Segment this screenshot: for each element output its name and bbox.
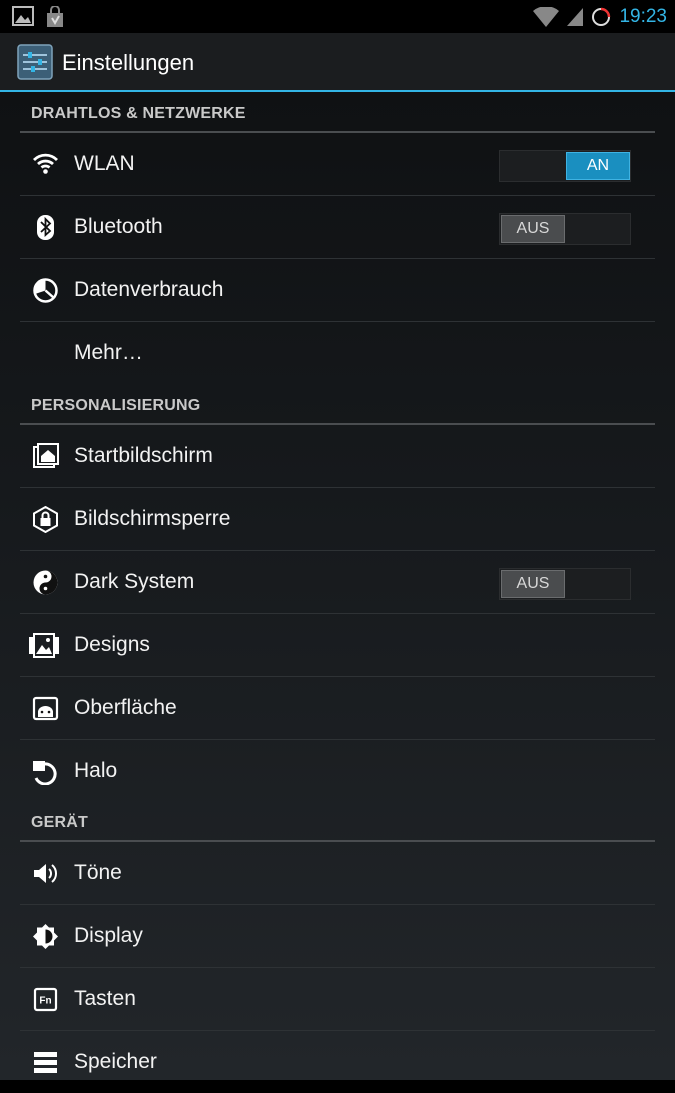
wifi-signal-icon [533,6,560,27]
settings-item-label: Bildschirmsperre [74,507,231,530]
clock: 19:23 [619,5,667,27]
status-bar: 19:23 [0,0,675,33]
halo-icon [32,758,59,785]
section-header-device: GERÄT [20,801,655,842]
toggle-thumb: AN [566,152,630,180]
settings-item-label: Oberfläche [74,696,177,719]
toggle-thumb: AUS [501,570,565,598]
section-header-personalization: PERSONALISIERUNG [20,384,655,425]
speaker-icon [32,860,59,887]
settings-item-bluetooth[interactable]: Bluetooth AUS [20,196,655,259]
toggle-thumb: AUS [501,215,565,243]
interface-icon [32,695,59,722]
settings-item-label: Speicher [74,1050,157,1073]
settings-item-halo[interactable]: Halo [20,740,655,802]
home-screen-icon [32,443,59,470]
gallery-icon [12,6,34,28]
settings-item-display[interactable]: Display [20,905,655,968]
lock-screen-icon [32,506,59,533]
action-bar: Einstellungen [0,33,675,92]
settings-item-label: Dark System [74,570,195,593]
section-header-label: PERSONALISIERUNG [31,397,201,414]
settings-item-label: WLAN [74,152,135,175]
settings-item-buttons[interactable]: Fn Tasten [20,968,655,1031]
settings-list: DRAHTLOS & NETZWERKE WLAN AN Bluetooth A… [0,92,675,1080]
settings-item-more[interactable]: Mehr… [20,322,655,384]
yin-yang-icon [32,569,59,596]
settings-item-storage[interactable]: Speicher [20,1031,655,1093]
settings-item-home-screen[interactable]: Startbildschirm [20,425,655,488]
settings-item-label: Mehr… [74,341,143,364]
bluetooth-toggle[interactable]: AUS [499,213,631,245]
fn-key-icon: Fn [32,986,59,1013]
settings-item-themes[interactable]: Designs [20,614,655,677]
settings-item-label: Designs [74,633,150,656]
cell-signal-icon [567,7,584,26]
themes-icon [28,632,59,659]
page-title: Einstellungen [62,50,195,75]
settings-item-label: Töne [74,861,122,884]
wifi-icon [32,151,59,178]
settings-item-dark-system[interactable]: Dark System AUS [20,551,655,614]
settings-item-label: Tasten [74,987,136,1010]
settings-item-interface[interactable]: Oberfläche [20,677,655,740]
settings-item-wlan[interactable]: WLAN AN [20,133,655,196]
settings-item-label: Datenverbrauch [74,278,224,301]
section-header-label: DRAHTLOS & NETZWERKE [31,105,246,122]
wlan-toggle[interactable]: AN [499,150,631,182]
data-usage-icon [32,277,59,304]
dark-system-toggle[interactable]: AUS [499,568,631,600]
settings-item-data-usage[interactable]: Datenverbrauch [20,259,655,322]
storage-icon [32,1049,59,1076]
display-brightness-icon [32,923,59,950]
settings-item-label: Display [74,924,143,947]
section-header-label: GERÄT [31,814,88,831]
settings-item-label: Bluetooth [74,215,163,238]
svg-text:Fn: Fn [39,996,51,1007]
settings-item-sounds[interactable]: Töne [20,842,655,905]
settings-item-lock-screen[interactable]: Bildschirmsperre [20,488,655,551]
settings-app-icon[interactable] [17,44,53,80]
store-icon [44,6,66,28]
loading-circle-icon [591,7,611,27]
section-header-wireless: DRAHTLOS & NETZWERKE [20,92,655,133]
settings-item-label: Halo [74,759,118,782]
bluetooth-icon [32,214,59,241]
settings-item-label: Startbildschirm [74,444,213,467]
